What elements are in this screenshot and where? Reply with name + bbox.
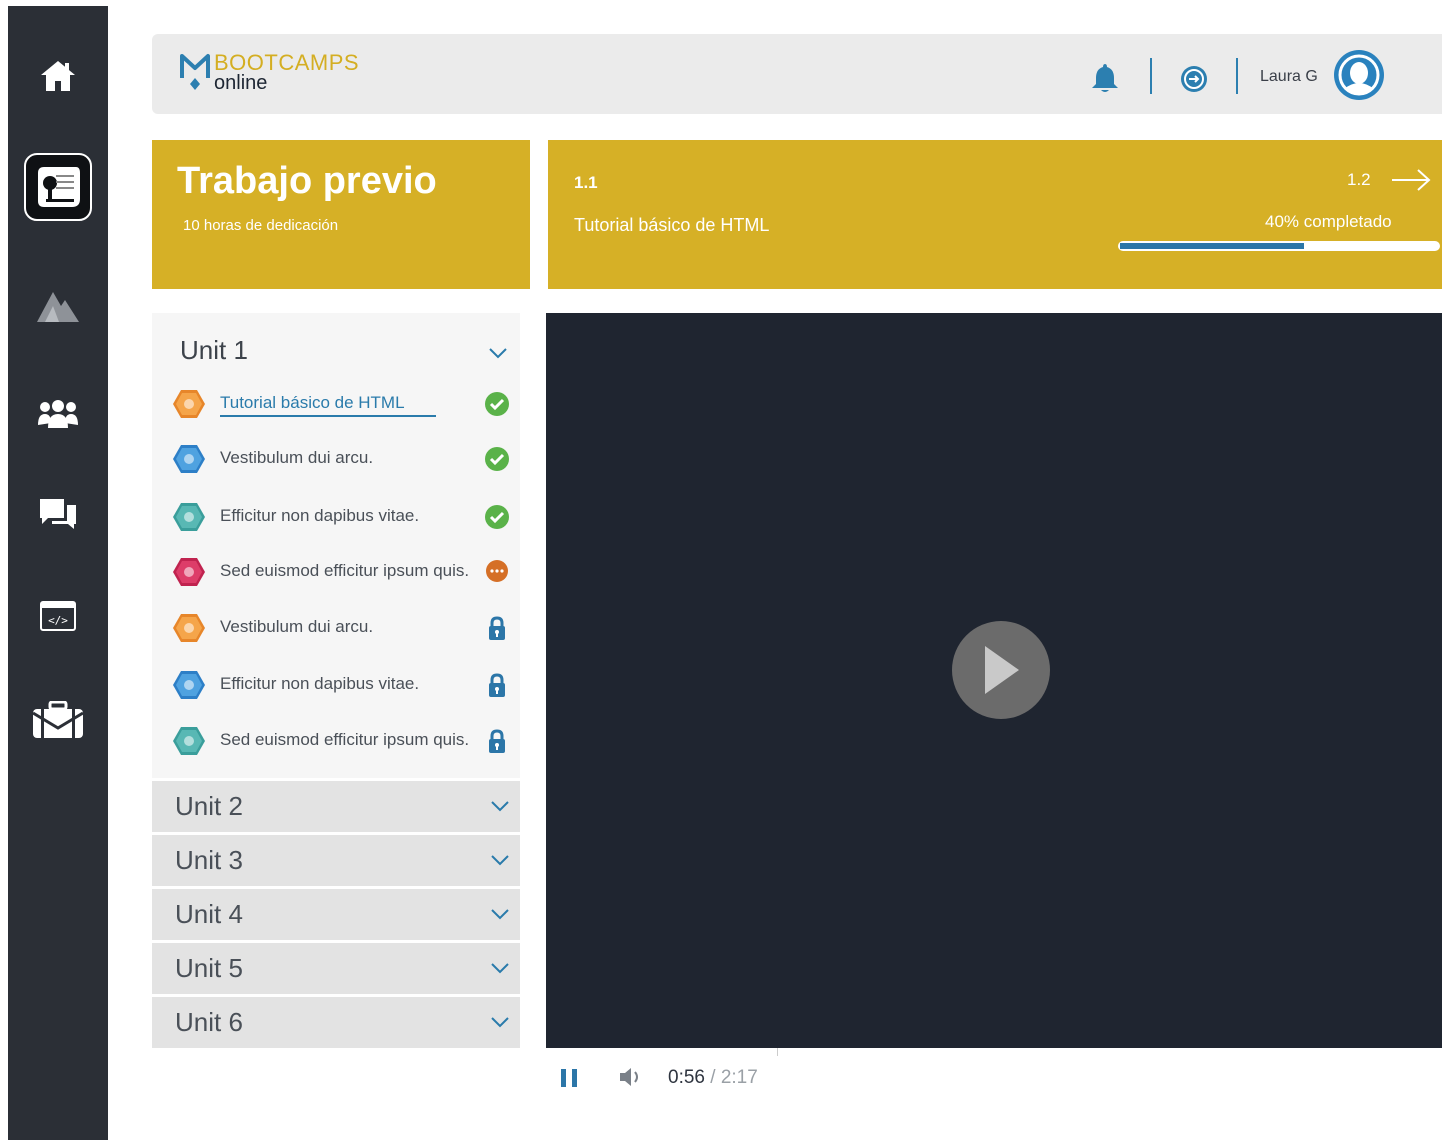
home-icon[interactable] — [8, 56, 108, 96]
pause-button[interactable] — [560, 1068, 578, 1093]
lesson-item[interactable]: Sed euismod efficitur ipsum quis. — [172, 726, 512, 756]
avatar-user-icon — [1338, 54, 1380, 96]
play-button[interactable] — [952, 621, 1050, 719]
lesson-name: Tutorial básico de HTML — [574, 215, 770, 235]
check-circle-icon — [484, 504, 510, 530]
lesson-label[interactable]: Sed euismod efficitur ipsum quis. — [220, 730, 469, 750]
left-sidebar: </> — [8, 6, 108, 1140]
css-hex-icon — [173, 445, 205, 473]
briefcase-icon[interactable] — [8, 700, 108, 740]
check-circle-icon — [484, 446, 510, 472]
unit-panel-collapsed[interactable]: Unit 5 — [152, 943, 520, 994]
progress-bar — [1118, 241, 1440, 251]
unit-panel-collapsed[interactable]: Unit 4 — [152, 889, 520, 940]
lesson-label[interactable]: Sed euismod efficitur ipsum quis. — [220, 561, 469, 581]
html-hex-icon — [173, 614, 205, 642]
seek-marker — [777, 1048, 778, 1056]
unit-title[interactable]: Unit 2 — [175, 791, 243, 822]
lesson-label[interactable]: Vestibulum dui arcu. — [220, 617, 373, 637]
next-lesson-number[interactable]: 1.2 — [1347, 170, 1371, 190]
volume-icon — [620, 1068, 638, 1086]
chevron-down-icon[interactable] — [490, 1016, 510, 1028]
lesson-item[interactable]: Efficitur non dapibus vitae. — [172, 502, 512, 532]
current-time: 0:56 — [668, 1067, 705, 1088]
lesson-card: 1.1 Tutorial básico de HTML 1.2 40% comp… — [548, 140, 1442, 289]
camp-tent-icon[interactable] — [8, 286, 108, 326]
users-group-icon[interactable] — [8, 394, 108, 434]
seek-bar[interactable] — [546, 1048, 1055, 1050]
unit-title[interactable]: Unit 6 — [175, 1007, 243, 1038]
unit-title[interactable]: Unit 4 — [175, 899, 243, 930]
user-name[interactable]: Laura G — [1260, 68, 1318, 86]
arrow-right-icon[interactable] — [1390, 168, 1432, 197]
scroll-diploma-icon[interactable] — [8, 152, 108, 222]
module-title: Trabajo previo — [177, 160, 437, 202]
unit-panel-collapsed[interactable]: Unit 3 — [152, 835, 520, 886]
lock-icon — [484, 672, 510, 698]
unit-title[interactable]: Unit 5 — [175, 953, 243, 984]
svg-text:</>: </> — [48, 614, 68, 627]
notifications-bell-icon[interactable] — [1090, 62, 1120, 99]
module-card: Trabajo previo 10 horas de dedicación — [152, 140, 530, 289]
user-avatar[interactable] — [1334, 50, 1384, 100]
chevron-down-icon[interactable] — [490, 800, 510, 812]
logo-text-bottom: online — [214, 72, 268, 94]
chat-bubbles-icon[interactable] — [8, 494, 108, 534]
volume-button[interactable] — [618, 1066, 644, 1093]
progress-label: 40% completado — [1265, 212, 1392, 231]
lesson-item[interactable]: Tutorial básico de HTML — [172, 389, 512, 419]
units-accordion: Unit 1 Tutorial básico de HTML Vestibulum… — [152, 313, 520, 1048]
css3-hex-icon — [173, 727, 205, 755]
duration: 2:17 — [720, 1067, 758, 1088]
unit-title[interactable]: Unit 1 — [180, 335, 248, 366]
lock-icon — [484, 615, 510, 641]
unit-panel-collapsed[interactable]: Unit 2 — [152, 781, 520, 832]
lesson-item[interactable]: Vestibulum dui arcu. — [172, 444, 512, 474]
logo-text-top: BOOTCAMPS — [214, 50, 360, 75]
time-display: 0:56 / 2:17 — [668, 1067, 758, 1089]
video-controls: 0:56 / 2:17 — [546, 1048, 1442, 1108]
lesson-label[interactable]: Efficitur non dapibus vitae. — [220, 674, 419, 694]
module-dedication: 10 horas de dedicación — [183, 217, 339, 234]
logout-icon[interactable] — [1180, 65, 1208, 98]
unit-panel-expanded: Unit 1 Tutorial básico de HTML Vestibulum… — [152, 313, 520, 778]
logo-mark-icon — [180, 54, 210, 90]
chevron-down-icon[interactable] — [490, 854, 510, 866]
html-hex-icon — [173, 390, 205, 418]
chevron-down-icon[interactable] — [488, 347, 508, 359]
header-divider — [1150, 58, 1152, 94]
css3-hex-icon — [173, 503, 205, 531]
unit-title[interactable]: Unit 3 — [175, 845, 243, 876]
bootcamps-logo[interactable]: BOOTCAMPS online — [180, 52, 359, 96]
ellipsis-circle-icon — [484, 559, 510, 585]
git-hex-icon — [173, 558, 205, 586]
check-circle-icon — [484, 391, 510, 417]
lesson-label[interactable]: Vestibulum dui arcu. — [220, 448, 373, 468]
chevron-down-icon[interactable] — [490, 962, 510, 974]
play-icon — [985, 646, 1019, 694]
lock-icon — [484, 728, 510, 754]
lesson-item[interactable]: Vestibulum dui arcu. — [172, 613, 512, 643]
lesson-item[interactable]: Efficitur non dapibus vitae. — [172, 670, 512, 700]
lesson-label[interactable]: Efficitur non dapibus vitae. — [220, 506, 419, 526]
css-hex-icon — [173, 671, 205, 699]
lesson-label[interactable]: Tutorial básico de HTML — [220, 393, 436, 417]
unit-panel-collapsed[interactable]: Unit 6 — [152, 997, 520, 1048]
collapsed-units: Unit 2 Unit 3 Unit 4 Unit 5 Unit 6 — [152, 781, 520, 1048]
pause-icon — [561, 1069, 577, 1087]
video-player[interactable] — [546, 313, 1442, 1048]
code-window-icon[interactable]: </> — [8, 596, 108, 636]
header-divider — [1236, 58, 1238, 94]
lesson-number: 1.1 — [574, 173, 598, 192]
top-header: BOOTCAMPS online Laura G — [152, 34, 1442, 114]
chevron-down-icon[interactable] — [490, 908, 510, 920]
lesson-item[interactable]: Sed euismod efficitur ipsum quis. — [172, 557, 512, 587]
progress-bar-fill — [1120, 243, 1305, 249]
time-separator: / — [704, 1067, 721, 1088]
